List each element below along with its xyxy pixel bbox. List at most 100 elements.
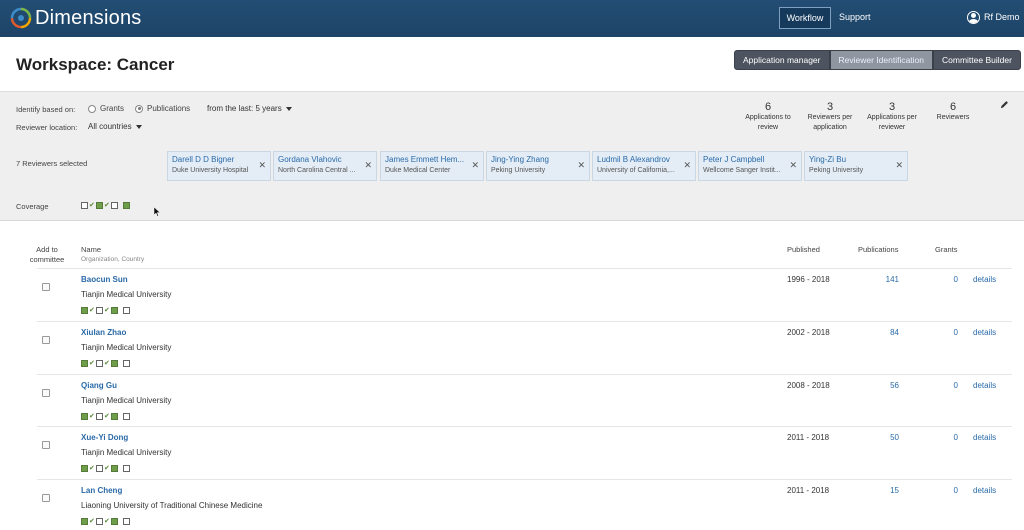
row-coverage: ✔ ✔	[81, 465, 131, 472]
user-menu[interactable]: Rf Demo	[967, 9, 1020, 25]
published-range: 1996 - 2018	[787, 275, 830, 284]
radio-publications-label: Publications	[147, 104, 191, 113]
reviewer-name-link[interactable]: Xiulan Zhao	[81, 328, 126, 337]
grants-count-link[interactable]: 0	[942, 275, 958, 284]
row-coverage: ✔ ✔	[81, 518, 131, 525]
close-icon[interactable]: ✕	[789, 160, 797, 171]
grants-count-link[interactable]: 0	[942, 328, 958, 337]
add-to-committee-checkbox[interactable]	[42, 283, 50, 291]
publications-count-link[interactable]: 50	[877, 433, 899, 442]
close-icon[interactable]: ✕	[471, 160, 479, 171]
check-icon: ✔	[104, 359, 110, 367]
pencil-icon[interactable]	[1000, 100, 1009, 109]
coverage-empty-square	[96, 465, 103, 472]
check-icon: ✔	[89, 412, 95, 420]
published-range: 2011 - 2018	[787, 433, 830, 442]
grants-count-link[interactable]: 0	[942, 486, 958, 495]
coverage-indicator: ✔ ✔	[81, 202, 131, 209]
radio-publications-circle[interactable]	[135, 104, 143, 113]
header-grants[interactable]: Grants	[935, 245, 958, 255]
chip-org: Peking University	[491, 167, 546, 174]
add-to-committee-checkbox[interactable]	[42, 494, 50, 502]
stat-reviewers: 6 Reviewers	[928, 101, 978, 123]
reviewer-chip[interactable]: James Emmett Hem... Duke Medical Center …	[380, 151, 484, 181]
details-link[interactable]: details	[973, 275, 996, 284]
publications-count-link[interactable]: 15	[877, 486, 899, 495]
coverage-empty-square	[96, 307, 103, 314]
stat-value: 6	[949, 101, 957, 113]
check-icon: ✔	[89, 201, 95, 209]
reviewer-chip[interactable]: Jing-Ying Zhang Peking University ✕	[486, 151, 590, 181]
details-link[interactable]: details	[973, 433, 996, 442]
add-to-committee-checkbox[interactable]	[42, 441, 50, 449]
location-dropdown[interactable]: All countries	[88, 122, 142, 131]
reviewer-chip[interactable]: Darell D D Bigner Duke University Hospit…	[167, 151, 271, 181]
reviewer-organization: Liaoning University of Traditional Chine…	[81, 501, 263, 510]
coverage-empty-square	[123, 465, 130, 472]
header-publications[interactable]: Publications	[858, 245, 898, 255]
stat-label: Applications per reviewer	[867, 114, 917, 131]
chip-org: Peking University	[809, 167, 864, 174]
reviewer-organization: Tianjin Medical University	[81, 343, 172, 352]
time-range-value: from the last: 5 years	[207, 104, 282, 113]
coverage-filled-square	[81, 413, 88, 420]
time-range-dropdown[interactable]: from the last: 5 years	[207, 104, 292, 113]
details-link[interactable]: details	[973, 328, 996, 337]
stat-label: Reviewers per application	[807, 114, 853, 131]
add-to-committee-checkbox[interactable]	[42, 336, 50, 344]
tab-reviewer-identification[interactable]: Reviewer Identification	[829, 50, 934, 70]
header-name: Name Organization, Country	[81, 245, 144, 265]
grants-count-link[interactable]: 0	[942, 433, 958, 442]
close-icon[interactable]: ✕	[364, 160, 372, 171]
user-avatar-icon	[967, 10, 980, 24]
workflow-nav-button[interactable]: Workflow	[779, 7, 831, 29]
radio-grants-label: Grants	[100, 104, 125, 113]
tab-committee-builder[interactable]: Committee Builder	[933, 50, 1021, 70]
support-nav-link[interactable]: Support	[839, 7, 871, 27]
user-name: Rf Demo	[984, 12, 1020, 22]
stat-reviewers-per-application: 3 Reviewers per application	[800, 101, 860, 133]
publications-count-link[interactable]: 141	[877, 275, 899, 284]
close-icon[interactable]: ✕	[683, 160, 691, 171]
publications-count-link[interactable]: 84	[877, 328, 899, 337]
chip-name: Peter J Campbell	[703, 155, 765, 164]
radio-grants-circle[interactable]	[88, 104, 96, 113]
grants-count-link[interactable]: 0	[942, 381, 958, 390]
publications-count-link[interactable]: 56	[877, 381, 899, 390]
chip-org: North Carolina Central ...	[278, 167, 356, 174]
details-link[interactable]: details	[973, 381, 996, 390]
coverage-empty-square	[111, 202, 118, 209]
tab-application-manager[interactable]: Application manager	[734, 50, 830, 70]
stat-label: Applications to review	[745, 114, 791, 131]
published-range: 2002 - 2018	[787, 328, 830, 337]
coverage-empty-square	[123, 307, 130, 314]
close-icon[interactable]: ✕	[577, 160, 585, 171]
check-icon: ✔	[89, 306, 95, 314]
reviewer-name-link[interactable]: Xue-Yi Dong	[81, 433, 128, 442]
reviewer-chip[interactable]: Ludmil B Alexandrov University of Califo…	[592, 151, 696, 181]
coverage-empty-square	[81, 202, 88, 209]
coverage-filled-square	[111, 413, 118, 420]
reviewer-name-link[interactable]: Lan Cheng	[81, 486, 122, 495]
reviewer-chip[interactable]: Gordana Vlahovic North Carolina Central …	[273, 151, 377, 181]
row-coverage: ✔ ✔	[81, 413, 131, 420]
close-icon[interactable]: ✕	[258, 160, 266, 171]
check-icon: ✔	[104, 412, 110, 420]
selected-count: 7 Reviewers selected	[16, 159, 88, 168]
coverage-filled-square	[111, 518, 118, 525]
table-row: Xiulan Zhao Tianjin Medical University ✔…	[37, 321, 1012, 375]
stat-applications-to-review: 6 Applications to review	[738, 101, 798, 133]
radio-grants[interactable]: Grants	[88, 104, 124, 113]
coverage-filled-square	[111, 465, 118, 472]
radio-publications[interactable]: Publications	[135, 104, 190, 113]
reviewer-chip[interactable]: Peter J Campbell Wellcome Sanger Instit.…	[698, 151, 802, 181]
coverage-empty-square	[96, 518, 103, 525]
reviewer-chip[interactable]: Ying-Zi Bu Peking University ✕	[804, 151, 908, 181]
reviewer-name-link[interactable]: Baocun Sun	[81, 275, 128, 284]
details-link[interactable]: details	[973, 486, 996, 495]
dimensions-logo[interactable]: Dimensions	[10, 6, 141, 30]
header-published[interactable]: Published	[787, 245, 820, 255]
close-icon[interactable]: ✕	[895, 160, 903, 171]
add-to-committee-checkbox[interactable]	[42, 389, 50, 397]
reviewer-name-link[interactable]: Qiang Gu	[81, 381, 117, 390]
